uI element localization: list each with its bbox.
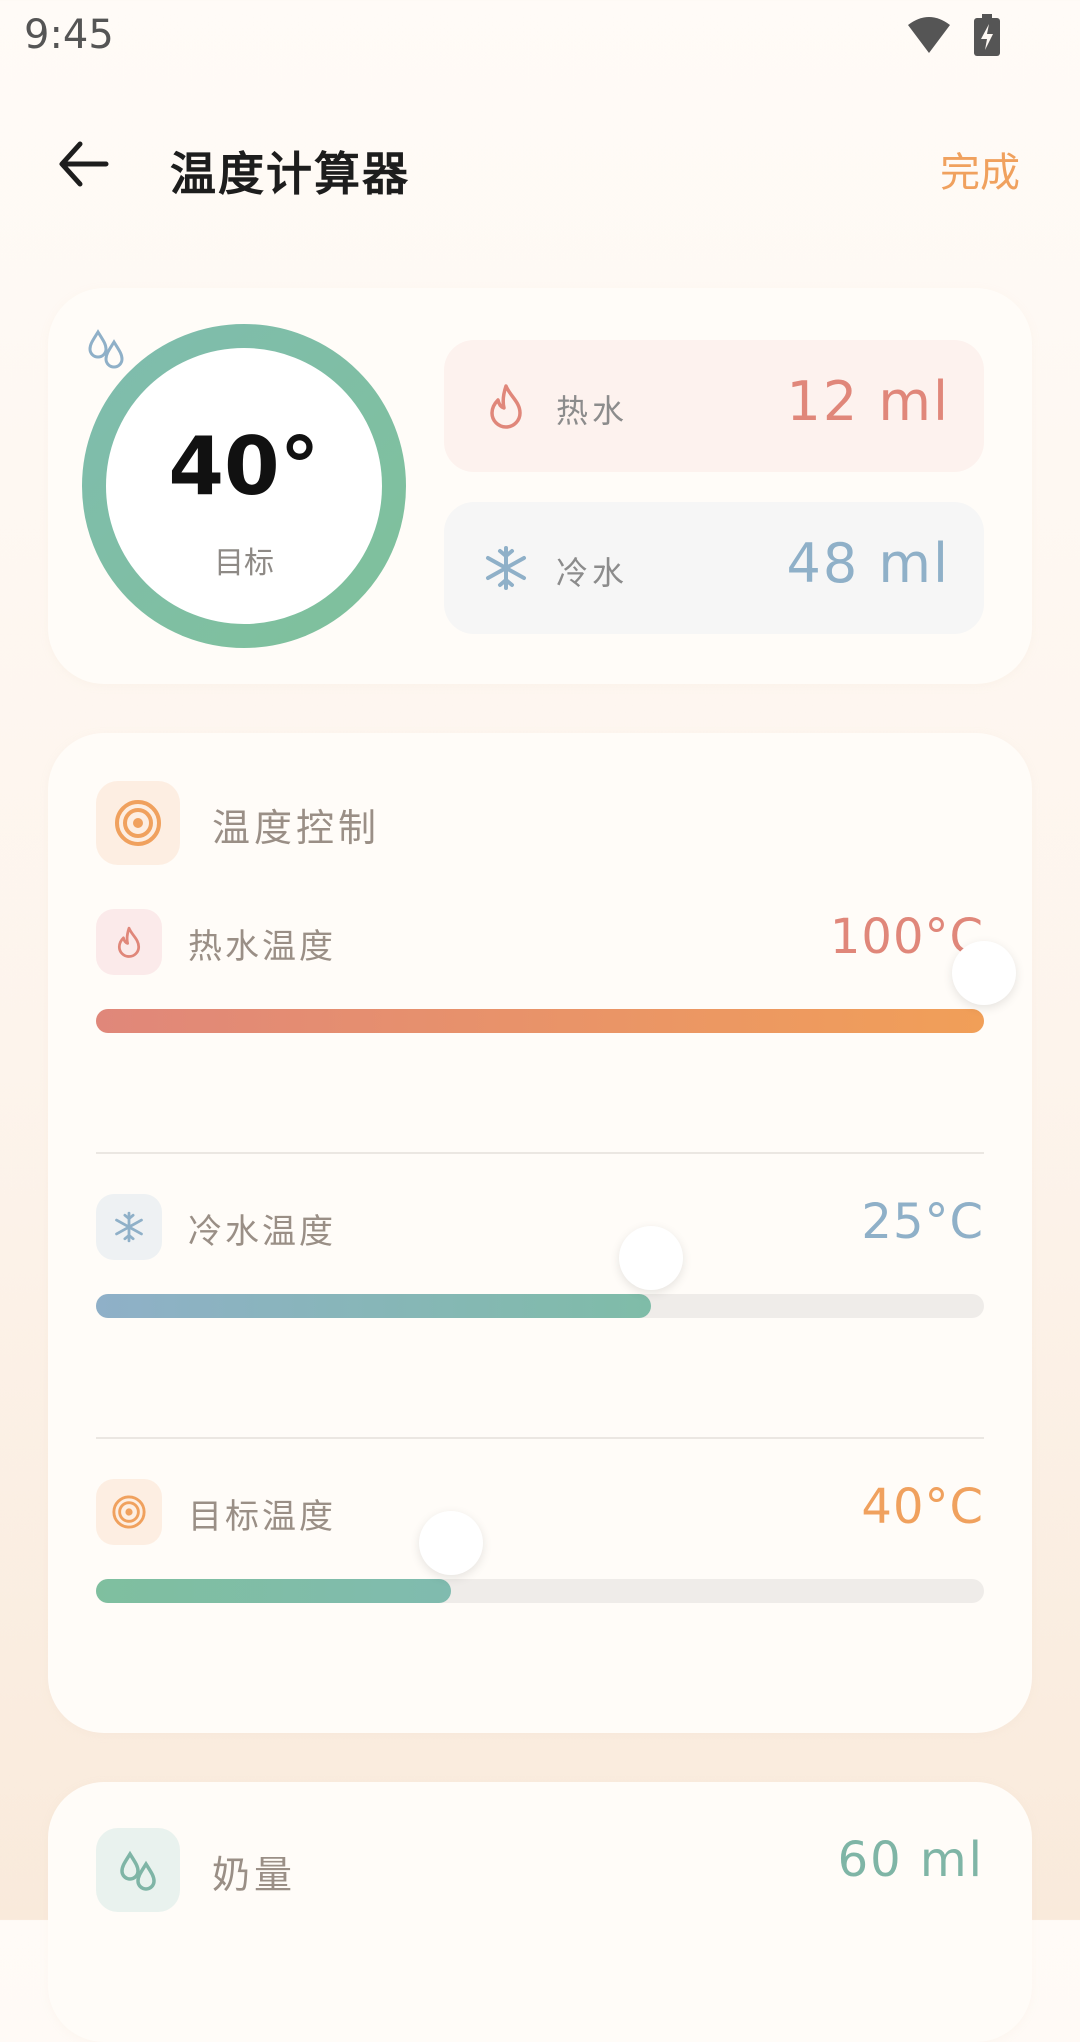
status-bar: 9:45 bbox=[0, 0, 1080, 80]
temperature-control-card: 温度控制 热水温度 100°C 冷水温度 25°C 目标温度 40°C bbox=[48, 733, 1032, 1733]
hot-water-box: 热水 12 ml bbox=[444, 340, 984, 472]
hot-temp-slider-thumb[interactable] bbox=[952, 941, 1016, 1005]
cold-water-label: 冷水 bbox=[556, 554, 629, 592]
cold-temp-slider-thumb[interactable] bbox=[619, 1226, 683, 1290]
water-drops-icon bbox=[88, 329, 124, 369]
cold-temp-icon-box bbox=[96, 1194, 162, 1260]
target-temp-slider-thumb[interactable] bbox=[419, 1511, 484, 1575]
target-temp-row: 目标温度 40°C bbox=[96, 1479, 984, 1719]
target-label: 目标 bbox=[214, 546, 274, 581]
target-ring: 40° 目标 bbox=[82, 324, 406, 648]
water-drops-icon bbox=[120, 1850, 156, 1891]
target-icon bbox=[112, 1495, 146, 1529]
cold-temp-row: 冷水温度 25°C bbox=[96, 1194, 984, 1434]
target-temp-value: 40°C bbox=[861, 1479, 984, 1535]
snowflake-icon bbox=[115, 1211, 143, 1243]
back-button[interactable] bbox=[54, 134, 114, 194]
cold-temp-slider-track[interactable] bbox=[96, 1294, 984, 1318]
target-temp-slider-fill bbox=[96, 1579, 452, 1603]
milk-card: 奶量 60 ml bbox=[48, 1782, 1032, 2042]
status-icons bbox=[906, 14, 1000, 56]
hot-temp-label: 热水温度 bbox=[188, 927, 336, 967]
done-button[interactable]: 完成 bbox=[940, 140, 1020, 198]
header: 温度计算器 完成 bbox=[0, 120, 1080, 220]
section-icon-box bbox=[96, 781, 180, 865]
cold-water-box: 冷水 48 ml bbox=[444, 502, 984, 634]
summary-card: 40° 目标 热水 12 ml 冷水 48 ml bbox=[48, 288, 1032, 684]
target-temp-icon-box bbox=[96, 1479, 162, 1545]
hot-temp-slider-track[interactable] bbox=[96, 1009, 984, 1033]
snowflake-icon bbox=[486, 546, 526, 590]
target-icon bbox=[115, 800, 161, 846]
hot-water-label: 热水 bbox=[556, 392, 629, 430]
status-time: 9:45 bbox=[24, 12, 114, 58]
milk-value: 60 ml bbox=[837, 1832, 984, 1888]
target-temp-slider-track[interactable] bbox=[96, 1579, 984, 1603]
target-temp-label: 目标温度 bbox=[188, 1497, 336, 1537]
flame-icon bbox=[490, 384, 522, 429]
arrow-left-icon bbox=[59, 141, 109, 187]
cold-temp-slider-fill bbox=[96, 1294, 651, 1318]
target-value: 40° bbox=[168, 420, 320, 513]
wifi-icon bbox=[908, 17, 950, 53]
cold-temp-label: 冷水温度 bbox=[188, 1212, 336, 1252]
section-title: 温度控制 bbox=[212, 806, 381, 850]
milk-icon-box bbox=[96, 1828, 180, 1912]
divider bbox=[96, 1437, 984, 1439]
cold-temp-value: 25°C bbox=[861, 1194, 984, 1250]
battery-charging-icon bbox=[974, 14, 1000, 56]
milk-label: 奶量 bbox=[212, 1853, 297, 1897]
page-title: 温度计算器 bbox=[170, 147, 410, 201]
hot-temp-slider-fill bbox=[96, 1009, 984, 1033]
cold-water-value: 48 ml bbox=[786, 532, 950, 595]
hot-water-value: 12 ml bbox=[786, 370, 950, 433]
divider bbox=[96, 1152, 984, 1154]
hot-temp-row: 热水温度 100°C bbox=[96, 909, 1016, 1149]
hot-temp-icon-box bbox=[96, 909, 162, 975]
flame-icon bbox=[117, 926, 141, 958]
